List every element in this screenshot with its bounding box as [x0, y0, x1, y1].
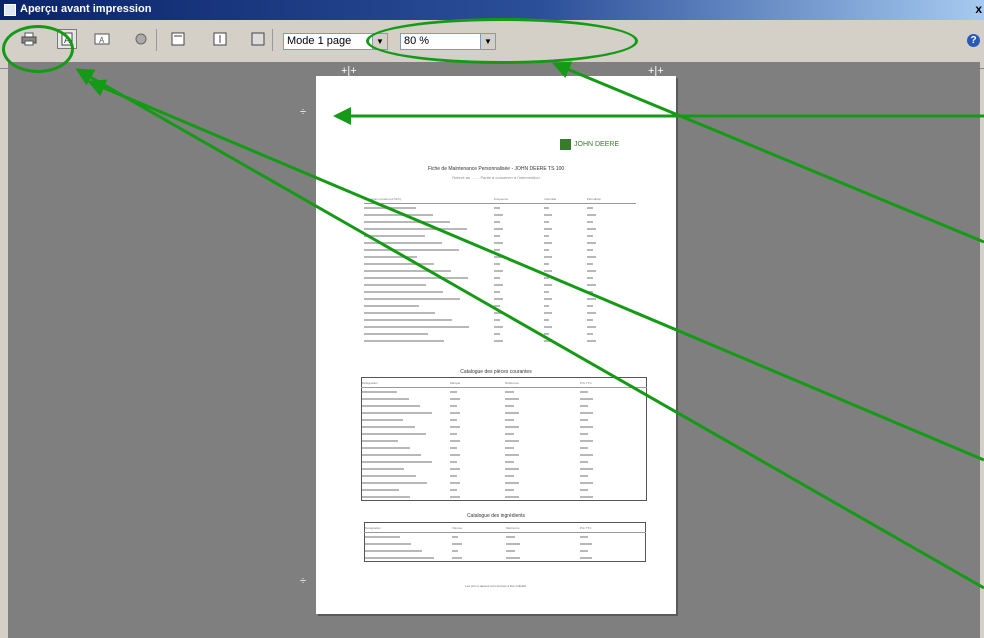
annotation-arrow — [87, 79, 984, 462]
annotation-arrow — [552, 61, 984, 244]
annotation-arrow — [75, 68, 984, 590]
annotation-arrows — [75, 61, 984, 590]
